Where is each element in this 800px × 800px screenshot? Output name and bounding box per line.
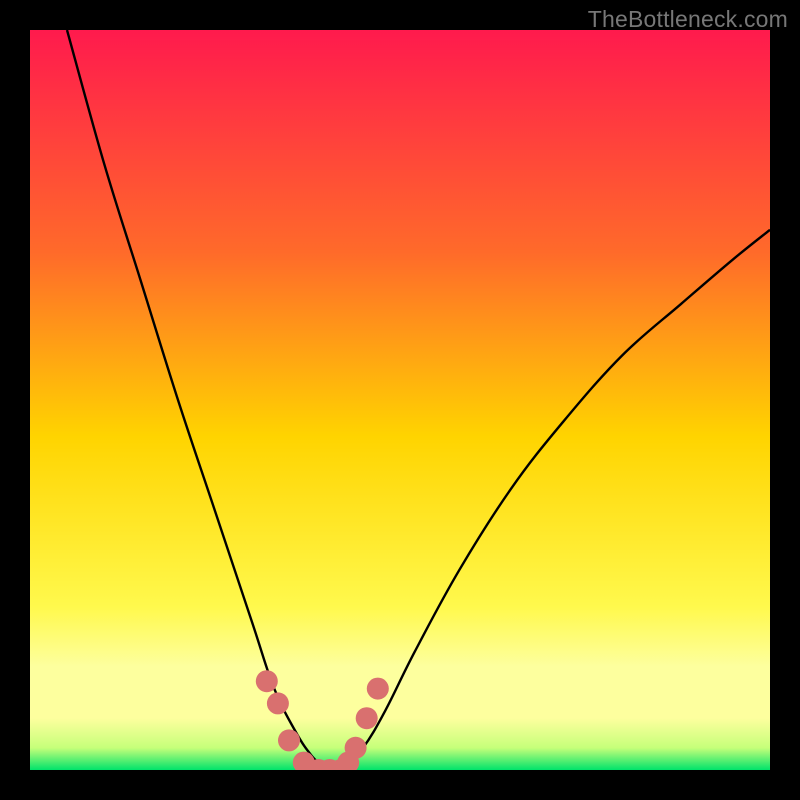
marker-dot	[367, 678, 389, 700]
curve-right-branch	[341, 230, 770, 770]
chart-frame: TheBottleneck.com	[0, 0, 800, 800]
marker-dot	[356, 707, 378, 729]
bottleneck-curve	[30, 30, 770, 770]
marker-dot	[256, 670, 278, 692]
marker-dot	[345, 737, 367, 759]
watermark-text: TheBottleneck.com	[588, 6, 788, 33]
highlight-markers	[256, 670, 389, 770]
plot-area	[30, 30, 770, 770]
marker-dot	[267, 692, 289, 714]
marker-dot	[278, 729, 300, 751]
curve-left-branch	[67, 30, 326, 770]
